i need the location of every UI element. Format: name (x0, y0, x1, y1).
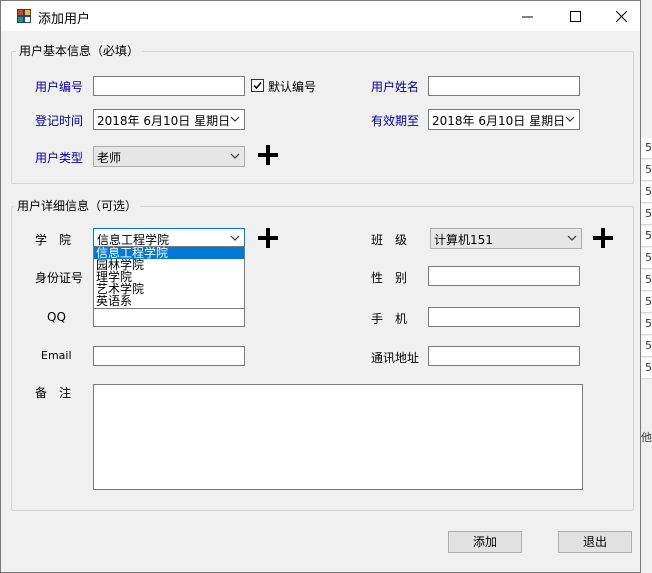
gender-label: 性 别 (371, 271, 408, 285)
class-value: 计算机151 (434, 233, 493, 247)
college-option[interactable]: 英语系 (94, 295, 244, 307)
check-icon (253, 82, 262, 90)
default-id-checkbox[interactable] (251, 79, 264, 92)
register-time-label: 登记时间 (35, 114, 84, 128)
qq-label: QQ (47, 310, 66, 324)
close-button[interactable] (598, 1, 644, 31)
add-user-type-icon[interactable] (257, 144, 279, 166)
chevron-down-icon (230, 116, 240, 122)
phone-label: 手 机 (371, 312, 408, 326)
remark-textarea[interactable] (93, 384, 583, 490)
add-button[interactable]: 添加 (448, 531, 522, 553)
user-name-input[interactable] (428, 76, 580, 96)
user-name-label: 用户姓名 (371, 80, 420, 94)
gender-input[interactable] (428, 266, 580, 286)
valid-date-value: 2018年 6月10日 星期日 (432, 114, 566, 128)
college-label: 学 院 (35, 233, 72, 247)
email-input[interactable] (93, 346, 245, 366)
minimize-icon (521, 16, 533, 17)
chevron-down-icon (565, 116, 575, 122)
app-icon (17, 9, 31, 23)
address-input[interactable] (428, 346, 580, 366)
add-user-dialog: 添加用户 用户基本信息（必填） 用户编号 默认编号 用户姓名 登记时间 2018… (0, 0, 641, 573)
user-id-label: 用户编号 (35, 80, 84, 94)
chevron-down-icon (230, 235, 240, 241)
user-type-value: 老师 (97, 151, 122, 165)
register-date-picker[interactable]: 2018年 6月10日 星期日 (93, 109, 245, 130)
class-select[interactable]: 计算机151 (430, 228, 582, 249)
minimize-button[interactable] (504, 1, 550, 31)
maximize-icon (569, 10, 581, 22)
user-type-label: 用户类型 (35, 151, 84, 165)
address-label: 通讯地址 (371, 351, 420, 365)
close-icon (615, 10, 627, 22)
exit-button[interactable]: 退出 (558, 531, 632, 553)
add-college-icon[interactable] (257, 227, 279, 249)
add-class-icon[interactable] (592, 227, 614, 249)
user-type-select[interactable]: 老师 (93, 146, 245, 167)
valid-until-label: 有效期至 (371, 114, 420, 128)
college-dropdown-list[interactable]: 信息工程学院 园林学院 理学院 艺术学院 英语系 (93, 246, 245, 309)
title-bar[interactable]: 添加用户 (1, 1, 640, 31)
email-label: Email (41, 349, 72, 362)
maximize-button[interactable] (552, 1, 598, 31)
chevron-down-icon (230, 153, 240, 159)
idcard-label: 身份证号 (35, 271, 84, 285)
user-id-input[interactable] (93, 76, 245, 96)
phone-input[interactable] (428, 307, 580, 327)
basic-info-legend: 用户基本信息（必填） (16, 42, 143, 59)
qq-input[interactable] (93, 307, 245, 327)
default-id-label[interactable]: 默认编号 (268, 78, 316, 95)
chevron-down-icon (567, 235, 577, 241)
register-date-value: 2018年 6月10日 星期日 (97, 114, 231, 128)
class-label: 班 级 (371, 233, 408, 247)
window-title: 添加用户 (38, 12, 91, 27)
remark-label: 备 注 (35, 386, 72, 400)
detail-info-legend: 用户详细信息（可选） (14, 197, 141, 214)
valid-date-picker[interactable]: 2018年 6月10日 星期日 (428, 109, 580, 130)
college-value: 信息工程学院 (97, 233, 170, 247)
